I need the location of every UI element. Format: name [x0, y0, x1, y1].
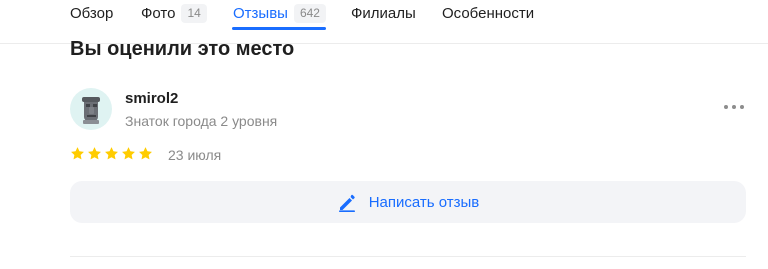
review-date: 23 июля [168, 147, 222, 163]
pen-icon [338, 194, 355, 212]
author-name[interactable]: smirol2 [125, 90, 178, 107]
tab-overview[interactable]: Обзор [70, 3, 113, 23]
tab-label: Отзывы [233, 4, 288, 22]
write-review-button[interactable]: Написать отзыв [70, 181, 746, 223]
star-icon [122, 147, 135, 160]
rating-stars [70, 146, 153, 161]
write-review-label: Написать отзыв [368, 193, 480, 211]
tab-features[interactable]: Особенности [442, 3, 534, 23]
star-icon [88, 147, 101, 160]
avatar[interactable] [70, 88, 112, 130]
more-dots-icon[interactable] [724, 102, 744, 112]
section-title: Вы оценили это место [70, 38, 295, 60]
tab-reviews[interactable]: Отзывы 642 [233, 3, 326, 23]
star-icon [105, 147, 118, 160]
tab-count-badge: 14 [181, 3, 207, 23]
tab-label: Обзор [70, 4, 114, 22]
active-tab-indicator [232, 27, 326, 30]
divider [70, 256, 746, 257]
tab-label: Фото [141, 4, 176, 22]
tab-count-badge: 642 [293, 3, 326, 23]
moai-avatar-icon [82, 97, 100, 124]
star-icon [71, 147, 84, 160]
star-icon [139, 147, 152, 160]
tab-photo[interactable]: Фото 14 [141, 3, 207, 23]
tab-label: Филиалы [351, 4, 416, 22]
tab-branches[interactable]: Филиалы [351, 3, 416, 23]
author-level: Знаток города 2 уровня [125, 113, 278, 129]
tab-label: Особенности [442, 4, 535, 22]
